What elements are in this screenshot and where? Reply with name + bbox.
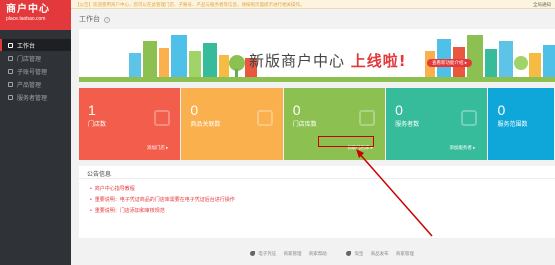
annotation-arrow — [356, 149, 433, 237]
